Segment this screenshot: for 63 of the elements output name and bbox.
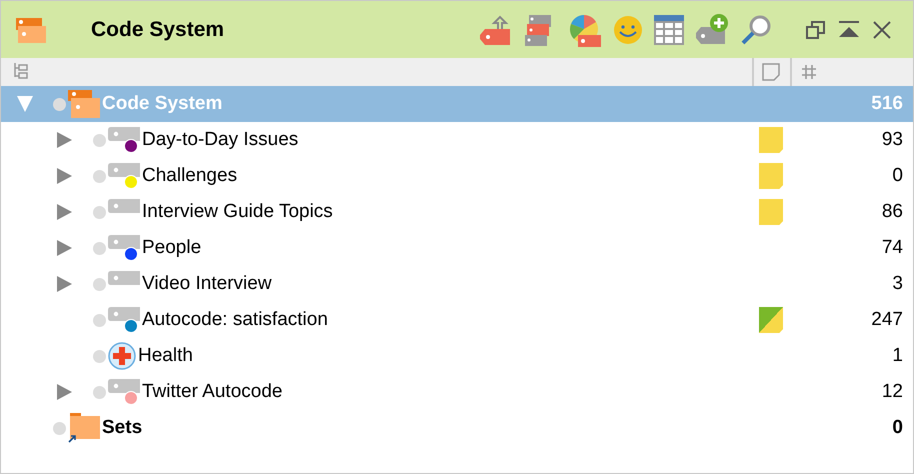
- add-tag-icon[interactable]: [695, 14, 729, 46]
- code-label: Code System: [102, 93, 222, 115]
- count: 12: [880, 381, 904, 403]
- hash-icon[interactable]: [801, 64, 817, 80]
- activation-dot[interactable]: [93, 314, 106, 326]
- activation-dot[interactable]: [93, 134, 106, 146]
- code-label: Interview Guide Topics: [142, 201, 333, 223]
- expand-arrow[interactable]: [57, 204, 72, 220]
- code-label: People: [142, 237, 202, 259]
- count: 0: [891, 165, 904, 187]
- activation-dot[interactable]: [93, 206, 106, 218]
- count: 0: [891, 417, 904, 439]
- tree-row[interactable]: Health 1: [1, 338, 913, 374]
- close-icon[interactable]: [872, 20, 892, 40]
- search-icon[interactable]: [740, 14, 772, 46]
- tree-row[interactable]: Interview Guide Topics 86: [1, 194, 913, 230]
- code-label: Autocode: satisfaction: [142, 309, 328, 331]
- collapse-arrow[interactable]: [17, 96, 33, 112]
- expand-arrow[interactable]: [57, 240, 72, 256]
- count: 86: [880, 201, 904, 223]
- code-label: Day-to-Day Issues: [142, 129, 298, 151]
- tree-row[interactable]: Challenges 0: [1, 158, 913, 194]
- activation-dot[interactable]: [93, 170, 106, 182]
- count: 516: [870, 93, 904, 115]
- count: 93: [880, 129, 904, 151]
- tag-icon: [108, 271, 140, 285]
- code-label: Challenges: [142, 165, 238, 187]
- code-label: Video Interview: [142, 273, 272, 295]
- activation-dot[interactable]: [53, 98, 66, 110]
- collapse-icon[interactable]: [838, 20, 860, 40]
- folder-icon: [68, 413, 100, 443]
- expand-arrow[interactable]: [57, 168, 72, 184]
- memo-icon[interactable]: [762, 63, 780, 81]
- first-aid-icon: [108, 342, 136, 370]
- hierarchy-icon[interactable]: [13, 62, 29, 80]
- tag-icon: [108, 199, 140, 213]
- activation-dot[interactable]: [93, 386, 106, 398]
- memo-icon[interactable]: [759, 307, 783, 333]
- tree-row[interactable]: Sets 0: [1, 410, 913, 446]
- count: 74: [880, 237, 904, 259]
- tree-row[interactable]: Day-to-Day Issues 93: [1, 122, 913, 158]
- count: 3: [891, 273, 904, 295]
- code-label: Twitter Autocode: [142, 381, 282, 403]
- count: 1: [891, 345, 904, 367]
- tree-row[interactable]: People 74: [1, 230, 913, 266]
- window-title: Code System: [91, 18, 226, 42]
- code-label: Health: [138, 345, 193, 367]
- code-label: Sets: [102, 417, 142, 439]
- activation-dot[interactable]: [93, 242, 106, 254]
- tree-row[interactable]: Twitter Autocode 12: [1, 374, 913, 410]
- activation-dot[interactable]: [53, 422, 66, 434]
- restore-icon[interactable]: [806, 20, 826, 40]
- expand-arrow[interactable]: [57, 132, 72, 148]
- tree-row[interactable]: Autocode: satisfaction 247: [1, 302, 913, 338]
- tags-icon: [68, 90, 100, 118]
- smiley-icon[interactable]: [613, 14, 643, 44]
- activation-dot[interactable]: [93, 278, 106, 290]
- expand-arrow[interactable]: [57, 276, 72, 292]
- activation-dot[interactable]: [93, 350, 106, 362]
- pie-tag-icon[interactable]: [568, 12, 602, 46]
- table-icon[interactable]: [654, 14, 684, 44]
- tree-row[interactable]: Video Interview 3: [1, 266, 913, 302]
- count: 247: [870, 309, 904, 331]
